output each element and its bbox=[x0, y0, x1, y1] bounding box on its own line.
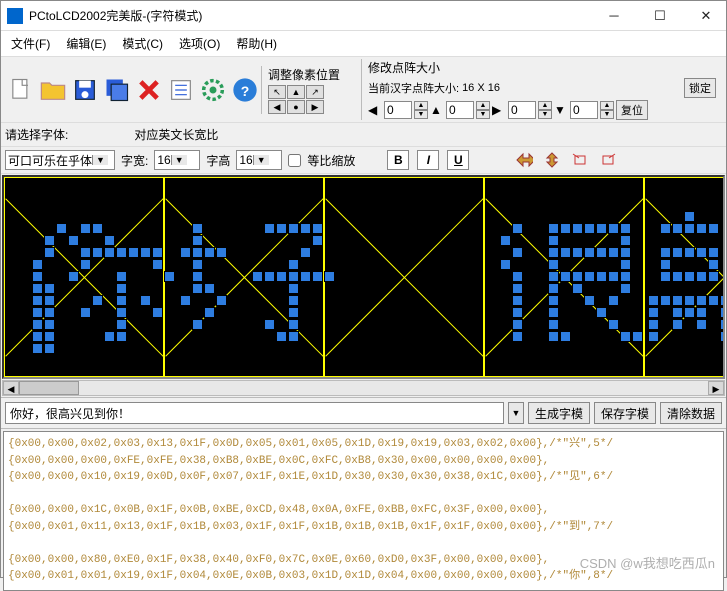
menu-mode[interactable]: 模式(C) bbox=[118, 33, 167, 54]
char-cell-0[interactable] bbox=[4, 177, 164, 377]
flip-v-button[interactable] bbox=[541, 150, 563, 170]
pixel-arrows: ↖ ▲ ↗ ◀ ● ▶ bbox=[268, 85, 355, 114]
new-file-button[interactable] bbox=[5, 73, 37, 107]
arrow-center[interactable]: ● bbox=[287, 100, 305, 114]
down-arrow-icon: ▼ bbox=[554, 103, 568, 117]
up-arrow-icon: ▲ bbox=[430, 103, 444, 117]
text-input-value: 你好，很高兴见到你！ bbox=[10, 405, 130, 422]
spin-2-up[interactable]: ▲ bbox=[476, 101, 490, 110]
spin-4-up[interactable]: ▲ bbox=[600, 101, 614, 110]
scroll-right-button[interactable]: ▶ bbox=[708, 381, 724, 395]
toolbar: ? 调整像素位置 ↖ ▲ ↗ ◀ ● ▶ 修改点阵大小 当前汉字点阵大小: 16… bbox=[1, 57, 726, 123]
settings-button[interactable] bbox=[197, 73, 229, 107]
chevron-down-icon: ▼ bbox=[171, 155, 187, 165]
spin-1-up[interactable]: ▲ bbox=[414, 101, 428, 110]
arrow-up-right[interactable]: ↗ bbox=[306, 85, 324, 99]
chevron-down-icon: ▼ bbox=[253, 155, 269, 165]
rotate-left-button[interactable] bbox=[569, 150, 591, 170]
glyph-preview[interactable] bbox=[2, 175, 725, 379]
minimize-button[interactable]: ─ bbox=[600, 6, 628, 26]
list-button[interactable] bbox=[165, 73, 197, 107]
height-label: 字高 bbox=[206, 152, 230, 169]
text-dropdown-button[interactable]: ▼ bbox=[508, 402, 524, 424]
menu-file[interactable]: 文件(F) bbox=[7, 33, 54, 54]
close-button[interactable]: ✕ bbox=[692, 6, 720, 26]
svg-text:?: ? bbox=[241, 82, 250, 98]
width-combo[interactable]: 16▼ bbox=[154, 150, 200, 170]
spin-3[interactable] bbox=[508, 101, 536, 119]
underline-button[interactable]: U bbox=[447, 150, 469, 170]
height-value: 16 bbox=[239, 153, 252, 167]
save-as-button[interactable] bbox=[101, 73, 133, 107]
equal-scale-checkbox[interactable] bbox=[288, 154, 301, 167]
help-button[interactable]: ? bbox=[229, 73, 261, 107]
pixel-pos-label: 调整像素位置 bbox=[268, 66, 355, 83]
menu-options[interactable]: 选项(O) bbox=[175, 33, 224, 54]
save-font-button[interactable]: 保存字模 bbox=[594, 402, 656, 424]
width-label: 字宽: bbox=[121, 152, 148, 169]
arrow-up[interactable]: ▲ bbox=[287, 85, 305, 99]
en-ratio-label: 对应英文长宽比 bbox=[134, 126, 218, 143]
char-cell-2[interactable] bbox=[324, 177, 484, 377]
flip-h-button[interactable] bbox=[513, 150, 535, 170]
italic-button[interactable]: I bbox=[417, 150, 439, 170]
spin-4[interactable] bbox=[570, 101, 598, 119]
watermark: CSDN @w我想吃西瓜n bbox=[580, 553, 715, 572]
text-input-row: 你好，很高兴见到你！ ▼ 生成字模 保存字模 清除数据 bbox=[1, 397, 726, 429]
select-font-label: 请选择字体: bbox=[5, 126, 68, 143]
equal-scale-label: 等比缩放 bbox=[307, 152, 355, 169]
menu-help[interactable]: 帮助(H) bbox=[232, 33, 281, 54]
spin-4-down[interactable]: ▼ bbox=[600, 110, 614, 119]
rotate-right-button[interactable] bbox=[597, 150, 619, 170]
height-combo[interactable]: 16▼ bbox=[236, 150, 282, 170]
lock-button[interactable]: 锁定 bbox=[684, 78, 716, 98]
clear-button[interactable]: 清除数据 bbox=[660, 402, 722, 424]
generate-button[interactable]: 生成字模 bbox=[528, 402, 590, 424]
window-title: PCtoLCD2002完美版-(字符模式) bbox=[29, 7, 600, 24]
spin-1[interactable] bbox=[384, 101, 412, 119]
save-button[interactable] bbox=[69, 73, 101, 107]
arrow-up-left[interactable]: ↖ bbox=[268, 85, 286, 99]
spin-1-down[interactable]: ▼ bbox=[414, 110, 428, 119]
titlebar: PCtoLCD2002完美版-(字符模式) ─ ☐ ✕ bbox=[1, 1, 726, 31]
arrow-right[interactable]: ▶ bbox=[306, 100, 324, 114]
bold-button[interactable]: B bbox=[387, 150, 409, 170]
arrow-left[interactable]: ◀ bbox=[268, 100, 286, 114]
menubar: 文件(F) 编辑(E) 模式(C) 选项(O) 帮助(H) bbox=[1, 31, 726, 57]
current-size-label: 当前汉字点阵大小: bbox=[368, 80, 459, 96]
matrix-size-section: 修改点阵大小 当前汉字点阵大小: 16 X 16 锁定 ◀ ▲▼ ▲ ▲▼ ▶ … bbox=[361, 59, 722, 120]
spin-2[interactable] bbox=[446, 101, 474, 119]
scroll-left-button[interactable]: ◀ bbox=[3, 381, 19, 395]
chevron-down-icon: ▼ bbox=[92, 155, 108, 165]
delete-button[interactable] bbox=[133, 73, 165, 107]
spin-3-down[interactable]: ▼ bbox=[538, 110, 552, 119]
font-controls-row: 可口可乐在乎体▼ 字宽: 16▼ 字高 16▼ 等比缩放 B I U bbox=[1, 147, 726, 174]
width-value: 16 bbox=[157, 153, 170, 167]
left-arrow-icon: ◀ bbox=[368, 103, 382, 117]
right-arrow-icon: ▶ bbox=[492, 103, 506, 117]
scroll-thumb[interactable] bbox=[19, 381, 79, 395]
font-combo[interactable]: 可口可乐在乎体▼ bbox=[5, 150, 115, 170]
preview-scrollbar[interactable]: ◀ ▶ bbox=[2, 380, 725, 396]
font-settings-row: 请选择字体: 对应英文长宽比 bbox=[1, 123, 726, 147]
open-file-button[interactable] bbox=[37, 73, 69, 107]
matrix-size-label: 修改点阵大小 bbox=[368, 59, 440, 76]
app-icon bbox=[7, 8, 23, 24]
current-size-value: 16 X 16 bbox=[462, 82, 500, 94]
reset-button[interactable]: 复位 bbox=[616, 100, 648, 120]
font-name-value: 可口可乐在乎体 bbox=[8, 152, 92, 169]
text-input[interactable]: 你好，很高兴见到你！ bbox=[5, 402, 504, 424]
pixel-position-section: 调整像素位置 ↖ ▲ ↗ ◀ ● ▶ bbox=[261, 66, 361, 114]
spin-3-up[interactable]: ▲ bbox=[538, 101, 552, 110]
spin-2-down[interactable]: ▼ bbox=[476, 110, 490, 119]
menu-edit[interactable]: 编辑(E) bbox=[62, 33, 110, 54]
maximize-button[interactable]: ☐ bbox=[646, 6, 674, 26]
